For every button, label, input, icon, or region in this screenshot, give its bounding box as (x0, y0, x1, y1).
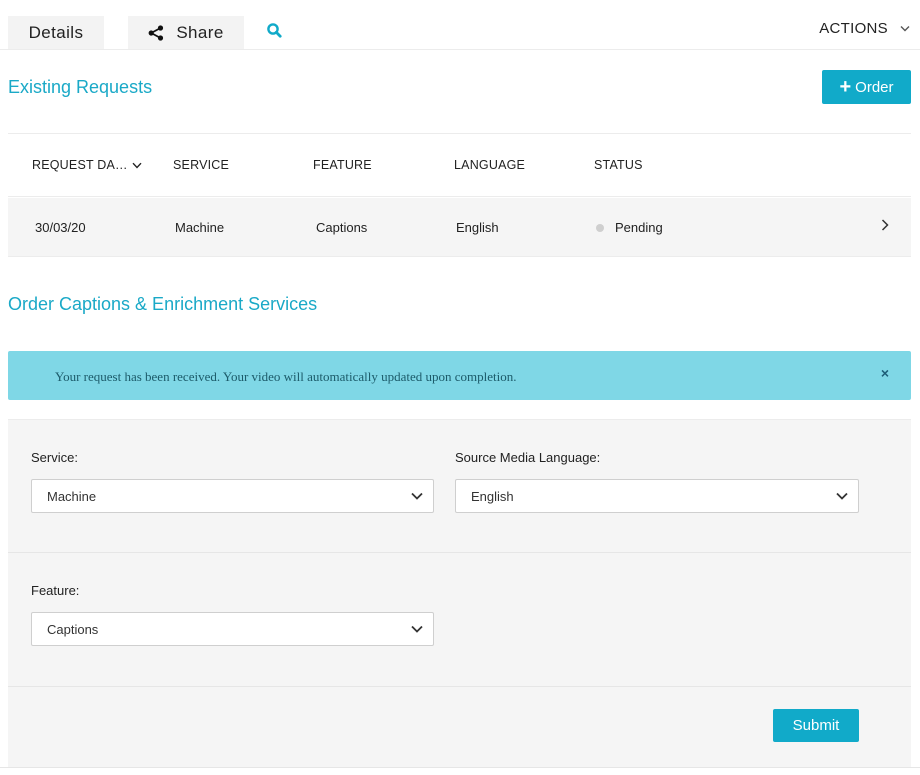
table-row[interactable]: 30/03/20 Machine Captions English Pendin… (8, 198, 911, 257)
service-select[interactable]: Machine (31, 479, 434, 513)
column-header-feature: FEATURE (313, 158, 372, 172)
service-select-value: Machine (47, 489, 97, 504)
alert-message: Your request has been received. Your vid… (55, 369, 517, 384)
actions-menu[interactable]: ACTIONS (819, 20, 910, 37)
actions-label: ACTIONS (819, 20, 888, 37)
column-header-service: SERVICE (173, 158, 230, 172)
source-language-select-value: English (471, 489, 514, 504)
search-icon[interactable] (266, 22, 284, 40)
submit-button[interactable]: Submit (773, 709, 859, 742)
success-alert: Your request has been received. Your vid… (8, 351, 911, 400)
feature-select-value: Captions (47, 622, 99, 637)
existing-requests-title: Existing Requests (8, 77, 153, 97)
cell-language: English (456, 220, 499, 235)
column-header-label: REQUEST DA… (32, 158, 128, 172)
plus-icon: + (839, 76, 852, 98)
status-label: Pending (615, 220, 663, 235)
close-icon[interactable]: × (881, 365, 889, 381)
source-language-label: Source Media Language: (455, 450, 601, 465)
form-divider (8, 552, 911, 553)
column-header-request-date[interactable]: REQUEST DA… (32, 158, 142, 172)
service-label: Service: (31, 450, 78, 465)
cell-request-date: 30/03/20 (35, 220, 86, 235)
cell-status: Pending (596, 220, 663, 235)
status-dot-icon (596, 223, 604, 232)
chevron-right-icon[interactable] (881, 219, 889, 231)
chevron-down-icon (900, 26, 910, 32)
chevron-down-icon (411, 625, 423, 633)
tab-share-label: Share (176, 22, 224, 42)
top-tab-bar: Details Share ACTIONS (0, 0, 920, 50)
bottom-divider (0, 767, 920, 768)
tab-details[interactable]: Details (8, 16, 104, 49)
table-header: REQUEST DA… SERVICE FEATURE LANGUAGE STA… (8, 134, 911, 197)
feature-select[interactable]: Captions (31, 612, 434, 646)
chevron-down-icon (411, 492, 423, 500)
order-button-label: Order (855, 78, 894, 96)
order-form: Service: Machine Source Media Language: … (8, 419, 911, 767)
share-icon (148, 24, 164, 41)
feature-label: Feature: (31, 583, 80, 598)
source-language-select[interactable]: English (455, 479, 859, 513)
column-header-status: STATUS (594, 158, 643, 172)
order-button[interactable]: + Order (822, 70, 911, 104)
order-section-title: Order Captions & Enrichment Services (8, 294, 318, 314)
column-header-language: LANGUAGE (454, 158, 526, 172)
form-divider (8, 686, 911, 687)
tab-details-label: Details (28, 22, 84, 42)
chevron-down-icon (836, 492, 848, 500)
chevron-down-icon (132, 162, 142, 169)
cell-service: Machine (175, 220, 225, 235)
tab-share[interactable]: Share (128, 16, 244, 49)
cell-feature: Captions (316, 220, 368, 235)
